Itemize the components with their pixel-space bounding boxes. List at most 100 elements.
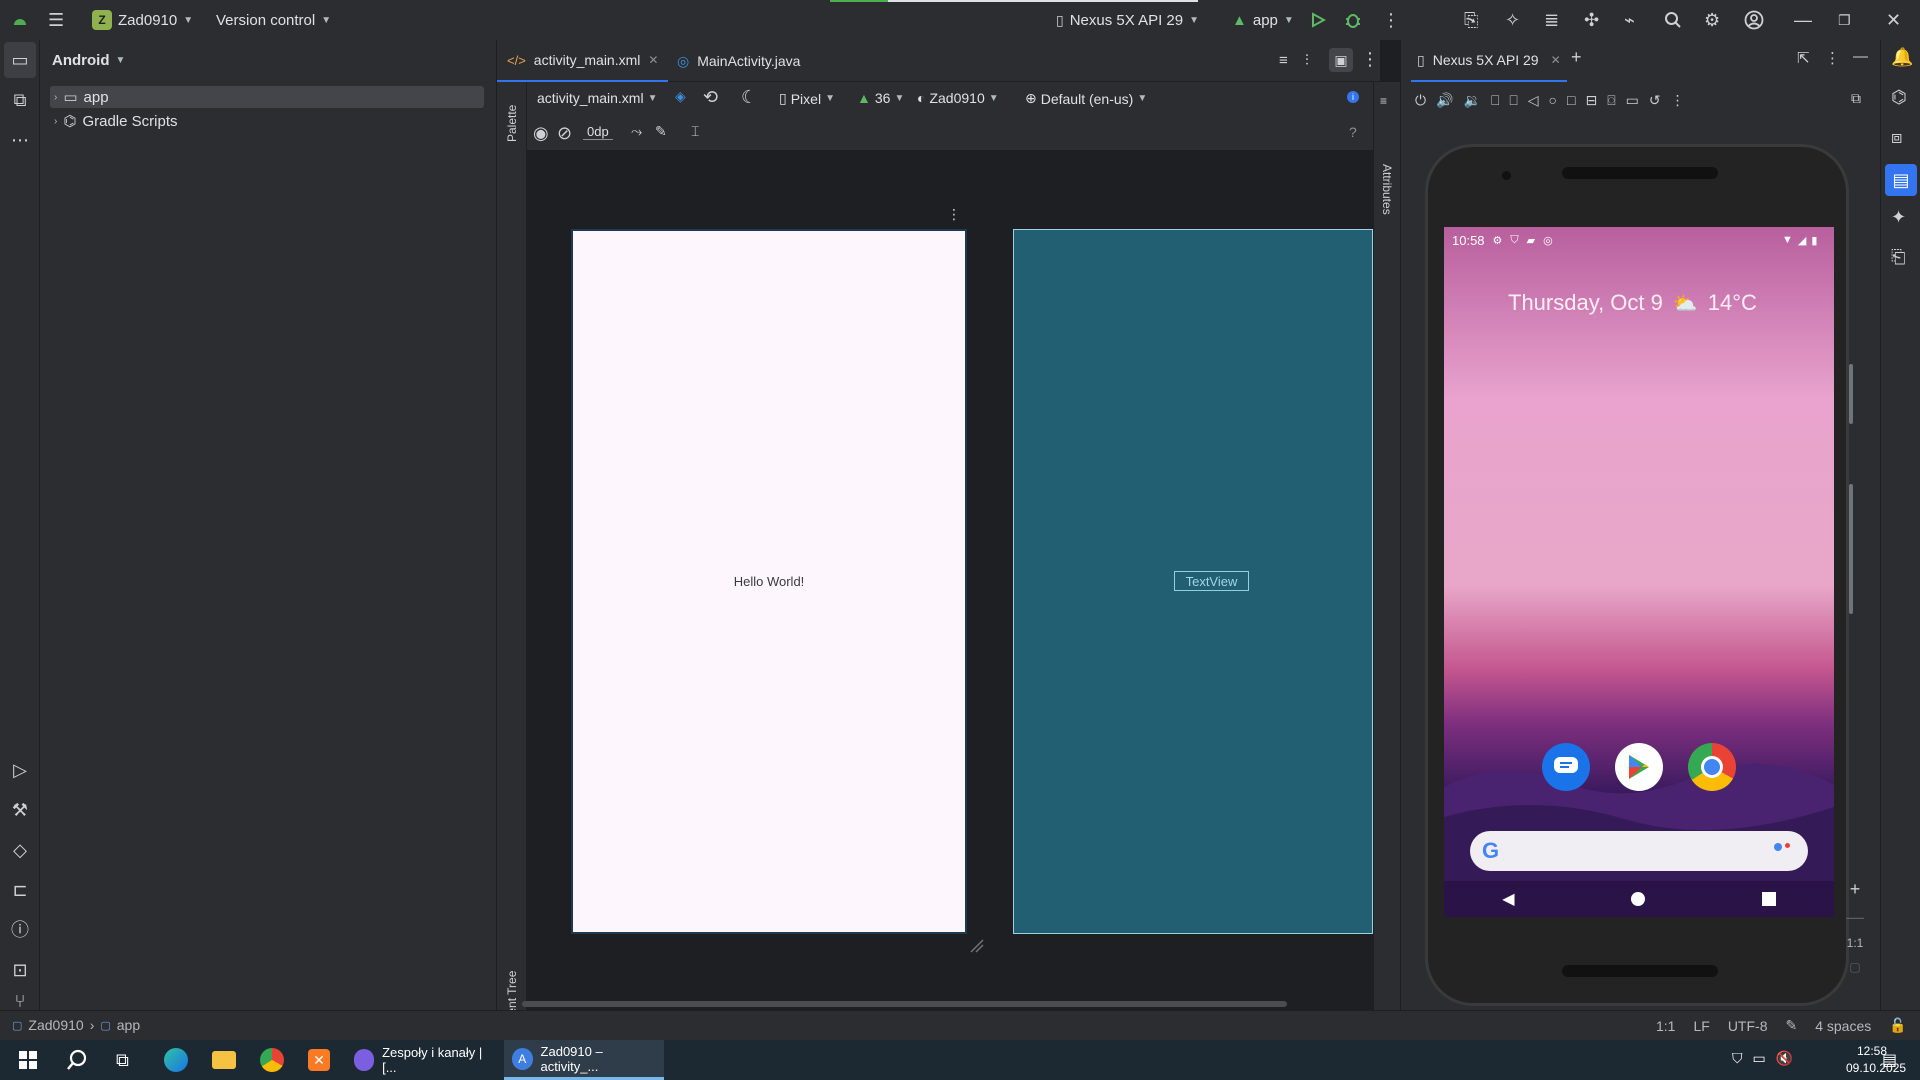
infer-constraints-button[interactable]: ✎ bbox=[655, 124, 667, 138]
chrome-app-icon[interactable] bbox=[1688, 743, 1736, 791]
ai-assistant-button[interactable]: ✧ bbox=[1505, 0, 1520, 40]
canvas-horizontal-scrollbar[interactable] bbox=[522, 1001, 1287, 1007]
security-icon[interactable]: ⛉ bbox=[1732, 1050, 1743, 1067]
google-search-bar[interactable]: G bbox=[1470, 831, 1808, 871]
volume-down-icon[interactable]: 🔉 bbox=[1464, 93, 1481, 107]
zoom-ratio[interactable]: 1:1 bbox=[1847, 936, 1864, 950]
more-vertical-icon[interactable]: ⋮ bbox=[1671, 93, 1685, 107]
help-button[interactable]: ? bbox=[1349, 124, 1357, 140]
sync-button[interactable]: ≣ bbox=[1544, 0, 1559, 40]
more-tools-button[interactable]: ⋯ bbox=[0, 122, 40, 158]
debug-button[interactable] bbox=[1344, 0, 1362, 40]
search-button[interactable] bbox=[1664, 0, 1682, 40]
record-icon[interactable]: ▭ bbox=[1626, 93, 1639, 107]
back-icon[interactable]: ◁ bbox=[1528, 93, 1539, 107]
nav-home-icon[interactable] bbox=[1631, 892, 1646, 906]
locale-selector[interactable]: ⊕ Default (en-us) ▼ bbox=[1025, 90, 1147, 107]
read-only-lock-icon[interactable]: 🔓 bbox=[1889, 1017, 1906, 1034]
start-button[interactable] bbox=[10, 1040, 46, 1080]
design-view-button[interactable]: ▣ bbox=[1329, 48, 1353, 72]
project-view-selector[interactable]: Android ▼ bbox=[52, 52, 125, 69]
edge-taskbar-button[interactable] bbox=[156, 1040, 196, 1080]
build-tool-window-button[interactable]: ⚒ bbox=[0, 792, 40, 828]
overview-icon[interactable]: □ bbox=[1567, 93, 1575, 107]
search-taskbar-button[interactable] bbox=[58, 1040, 96, 1080]
mirror-button[interactable]: ⧉ bbox=[1851, 90, 1861, 107]
hide-panel-button[interactable]: — bbox=[1853, 48, 1868, 65]
view-options-button[interactable]: ◉ bbox=[533, 124, 549, 142]
device-for-preview[interactable]: ▯ Pixel ▼ bbox=[779, 90, 835, 107]
notifications-button[interactable]: 🔔 bbox=[1891, 48, 1913, 67]
maximize-button[interactable]: ❐ bbox=[1838, 0, 1851, 40]
running-devices-button[interactable]: ▤ bbox=[1885, 164, 1917, 196]
design-surface-button[interactable]: ◈ bbox=[675, 88, 686, 105]
breadcrumb-module[interactable]: app bbox=[117, 1017, 140, 1033]
hello-world-text[interactable]: Hello World! bbox=[734, 574, 805, 589]
add-device-button[interactable]: + bbox=[1571, 48, 1582, 67]
device-selector[interactable]: ▯ Nexus 5X API 29 ▼ bbox=[1056, 0, 1199, 40]
emulator-scroll-thumb[interactable] bbox=[1849, 364, 1853, 424]
logcat-button[interactable]: ⊏ bbox=[0, 872, 40, 908]
tabs-more-button[interactable]: ⋮ bbox=[1361, 50, 1379, 69]
rotate-left-icon[interactable]: ⎕ bbox=[1491, 93, 1499, 107]
taskbar-app-teams[interactable]: Zespoły i kanały | [... bbox=[346, 1040, 498, 1080]
more-actions-button[interactable]: ⋮ bbox=[1382, 0, 1400, 40]
account-button[interactable] bbox=[1744, 0, 1764, 40]
api-level-selector[interactable]: ▲ 36 ▼ bbox=[857, 90, 904, 106]
fold-icon[interactable]: ⊟ bbox=[1585, 93, 1597, 107]
at-a-glance-widget[interactable]: Thursday, Oct 9 ⛅ 14°C bbox=[1508, 289, 1757, 317]
blueprint-textview[interactable]: TextView bbox=[1174, 571, 1249, 591]
zoom-out-icon[interactable]: — bbox=[1846, 908, 1864, 926]
camera-icon[interactable]: ⌼ bbox=[1607, 93, 1615, 107]
build-tool-button[interactable]: ⎘ bbox=[1464, 0, 1478, 40]
theme-selector[interactable]: ◐ Zad0910 ▼ bbox=[917, 90, 999, 106]
fit-screen-icon[interactable]: ▢ bbox=[1849, 960, 1860, 974]
device-manager-button[interactable]: ⧈ bbox=[1891, 128, 1902, 147]
device-explorer-button[interactable]: ⎗ bbox=[1891, 248, 1905, 267]
run-tool-button[interactable]: ▷ bbox=[0, 752, 40, 788]
attributes-tab[interactable]: Attributes bbox=[1380, 164, 1394, 215]
palette-tab[interactable]: Palette bbox=[505, 105, 519, 142]
zoom-in-icon[interactable]: + bbox=[1850, 880, 1861, 898]
inspection-icon[interactable]: ✎ bbox=[1785, 1017, 1797, 1034]
gradle-tool-button[interactable]: ⌬ bbox=[1891, 88, 1907, 107]
design-preview-screen[interactable]: Hello World! bbox=[571, 229, 967, 934]
screen-options-button[interactable]: ⋮ bbox=[947, 206, 961, 223]
phone-screen[interactable]: 10:58 ⚙ ⛉ ▰ ◎ ▼ ◢ ▮ Thursday, Oct 9 ⛅ 14… bbox=[1444, 227, 1834, 917]
file-selector[interactable]: activity_main.xml ▼ bbox=[537, 90, 658, 106]
xampp-taskbar-button[interactable]: ✕ bbox=[300, 1040, 338, 1080]
orientation-button[interactable]: ⟲ bbox=[703, 88, 718, 106]
rotate-right-icon[interactable]: ⎕ bbox=[1509, 93, 1517, 107]
notification-center-button[interactable]: ▤ bbox=[1882, 1050, 1897, 1070]
clear-constraints-button[interactable]: ⤳ bbox=[631, 124, 642, 138]
tab-activity-main[interactable]: </> activity_main.xml ✕ bbox=[497, 40, 669, 82]
close-window-button[interactable]: ✕ bbox=[1886, 0, 1901, 40]
guidelines-button[interactable]: ⌶ bbox=[691, 124, 699, 138]
messages-app-icon[interactable] bbox=[1542, 743, 1590, 791]
vcs-menu[interactable]: Version control ▼ bbox=[216, 0, 331, 40]
tab-main-activity[interactable]: ◎ MainActivity.java bbox=[667, 40, 810, 82]
app-quality-button[interactable]: ◇ bbox=[0, 832, 40, 868]
chrome-taskbar-button[interactable] bbox=[252, 1040, 292, 1080]
caret-position[interactable]: 1:1 bbox=[1656, 1018, 1675, 1034]
attributes-menu-icon[interactable]: ≡ bbox=[1380, 92, 1387, 109]
close-icon[interactable]: ✕ bbox=[1551, 53, 1561, 67]
tree-item-gradle-scripts[interactable]: › ⌬ Gradle Scripts bbox=[50, 110, 178, 132]
blueprint-screen[interactable]: TextView bbox=[1013, 229, 1373, 934]
project-selector[interactable]: Z Zad0910 ▼ bbox=[92, 0, 193, 40]
snapshot-icon[interactable]: ↺ bbox=[1649, 93, 1661, 107]
settings-button[interactable]: ⚙ bbox=[1704, 0, 1720, 40]
home-icon[interactable]: ○ bbox=[1549, 93, 1557, 107]
breadcrumb-project[interactable]: Zad0910 bbox=[28, 1017, 83, 1033]
resize-handle[interactable] bbox=[967, 936, 985, 954]
nav-recents-icon[interactable] bbox=[1761, 892, 1776, 906]
device-tab[interactable]: ▯ Nexus 5X API 29 ✕ bbox=[1411, 40, 1567, 82]
terminal-button[interactable]: ⊡ bbox=[0, 952, 40, 988]
code-view-button[interactable]: ≡ bbox=[1279, 52, 1288, 69]
plugins-button[interactable]: ✣ bbox=[1584, 0, 1599, 40]
split-view-button[interactable]: ⫶ bbox=[1305, 52, 1309, 69]
line-separator[interactable]: LF bbox=[1693, 1018, 1709, 1034]
problems-button[interactable]: ⓘ bbox=[0, 912, 40, 948]
volume-muted-icon[interactable]: 🔇 bbox=[1776, 1050, 1793, 1067]
detach-button[interactable]: ⇱ bbox=[1797, 50, 1810, 67]
